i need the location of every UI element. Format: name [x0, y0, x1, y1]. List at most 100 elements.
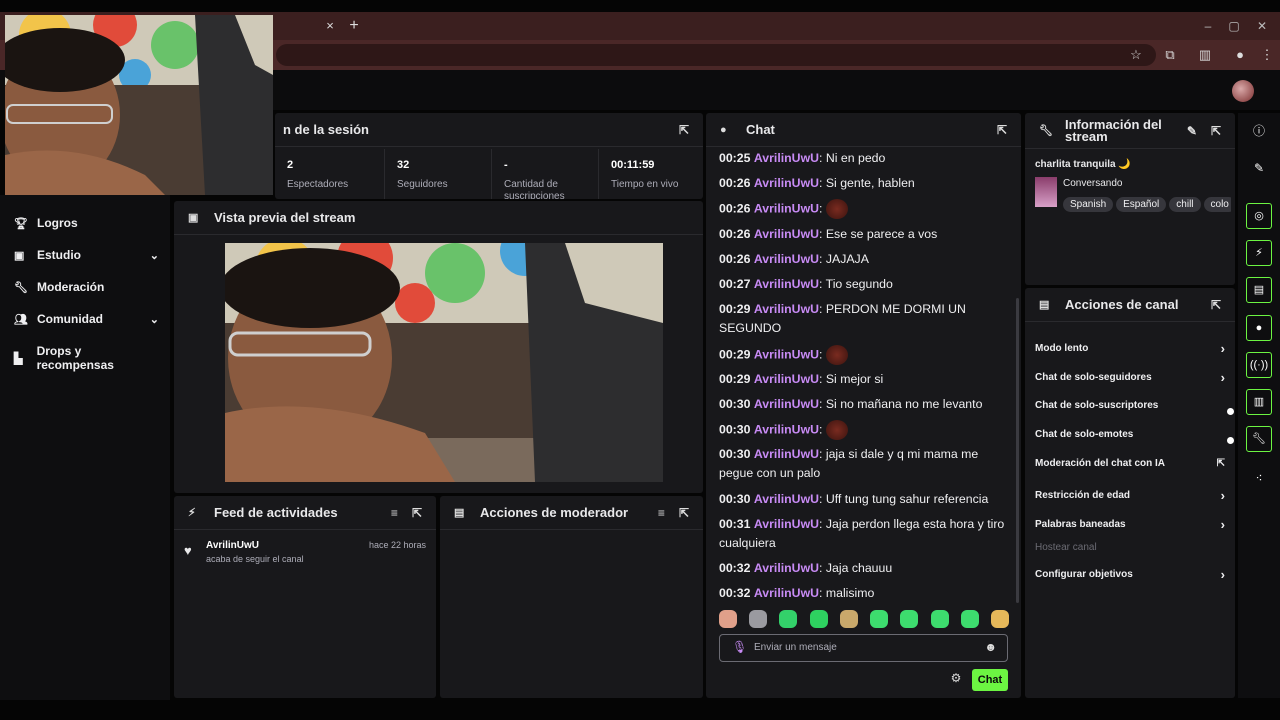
tab-close-button[interactable]: ×: [320, 16, 340, 36]
chat-username[interactable]: AvrilinUwU: [754, 422, 819, 436]
emote-icon[interactable]: [900, 610, 919, 628]
filter-icon[interactable]: ≡: [391, 506, 398, 520]
chat-username[interactable]: AvrilinUwU: [754, 517, 819, 531]
chat-username[interactable]: AvrilinUwU: [754, 586, 819, 600]
chat-text: Tio segundo: [825, 277, 893, 291]
stat-viewers: 2 Espectadores: [287, 159, 349, 190]
chat-settings-icon[interactable]: ⚙: [948, 671, 964, 689]
filter-icon[interactable]: ≡: [658, 506, 665, 520]
chat-username[interactable]: AvrilinUwU: [754, 277, 819, 291]
channel-action-row[interactable]: Chat de solo-seguidores ›: [1035, 370, 1225, 385]
popout-icon[interactable]: ⇱: [1211, 124, 1221, 138]
close-window-button[interactable]: ✕: [1250, 16, 1274, 36]
community-icon: 👥︎: [14, 313, 28, 326]
tag[interactable]: colo: [1203, 197, 1231, 212]
channel-action-row[interactable]: Configurar objetivos ›: [1035, 567, 1225, 582]
send-chat-button[interactable]: Chat: [972, 669, 1008, 691]
emote-icon[interactable]: [779, 610, 798, 628]
emote-icon[interactable]: [809, 610, 828, 628]
chat-text: Uff tung tung sahur referencia: [825, 492, 989, 506]
chat-username[interactable]: AvrilinUwU: [754, 561, 819, 575]
sidebar-item-comunidad[interactable]: 👥︎ Comunidad ⌄: [14, 312, 159, 326]
browser-menu-icon[interactable]: ⋮: [1256, 45, 1278, 65]
category-name[interactable]: Conversando: [1063, 178, 1122, 189]
emote-picker-icon[interactable]: ☻: [984, 640, 997, 654]
chat-message: 00:30 AvrilinUwU: Si no mañana no me lev…: [719, 397, 983, 411]
maximize-button[interactable]: ▢: [1222, 16, 1246, 36]
chevron-down-icon: ⌄: [149, 313, 159, 326]
chat-username[interactable]: AvrilinUwU: [754, 151, 819, 165]
chat-username[interactable]: AvrilinUwU: [754, 252, 819, 266]
channel-action-row[interactable]: Restricción de edad ›: [1035, 488, 1225, 503]
bookmark-star-icon[interactable]: ☆: [1125, 45, 1147, 65]
channel-action-row[interactable]: Modo lento ›: [1035, 341, 1225, 356]
edit-pencil-icon[interactable]: ✎: [1246, 155, 1272, 181]
chat-username[interactable]: AvrilinUwU: [754, 201, 819, 215]
emote-icon[interactable]: [870, 610, 889, 628]
emote-icon[interactable]: [749, 610, 768, 628]
emote-icon[interactable]: [960, 610, 979, 628]
emote-icon[interactable]: [930, 610, 949, 628]
chat-username[interactable]: AvrilinUwU: [754, 492, 819, 506]
chat-username[interactable]: AvrilinUwU: [754, 227, 819, 241]
tag[interactable]: Español: [1116, 197, 1167, 212]
emote-icon[interactable]: [990, 610, 1009, 628]
activity-feed-panel: ⚡︎ Feed de actividades ≡ ⇱ ♥ AvrilinUwU …: [174, 496, 436, 698]
extensions-icon[interactable]: ⧉: [1159, 45, 1181, 65]
edit-pencil-icon[interactable]: ✎: [1187, 124, 1197, 138]
popout-icon[interactable]: ⇱: [679, 123, 689, 137]
wrench-icon[interactable]: 🔧︎: [1246, 426, 1272, 452]
channel-action-row[interactable]: Palabras baneadas ›: [1035, 517, 1225, 532]
emote-icon[interactable]: [839, 610, 858, 628]
lightning-icon[interactable]: ⚡︎: [1246, 240, 1272, 266]
video-icon: ▣: [188, 212, 199, 224]
chat-message: 00:25 AvrilinUwU: Ni en pedo: [719, 151, 886, 165]
chat-username[interactable]: AvrilinUwU: [754, 397, 819, 411]
sidebar-item-estudio[interactable]: ▣ Estudio ⌄: [14, 248, 159, 262]
chat-timestamp: 00:29: [719, 347, 751, 362]
panel-title: Feed de actividades: [214, 505, 338, 520]
broadcast-icon[interactable]: ((·)): [1246, 352, 1272, 378]
chevron-right-icon: ›: [1220, 370, 1225, 385]
popout-icon[interactable]: ⇱: [679, 506, 689, 520]
server-icon[interactable]: ▥: [1246, 389, 1272, 415]
info-icon[interactable]: ⓘ: [1246, 118, 1272, 144]
sidebar-item-moderacion[interactable]: 🔧︎ Moderación: [14, 280, 159, 294]
chat-username[interactable]: AvrilinUwU: [754, 302, 819, 316]
side-panel-icon[interactable]: ▥: [1194, 45, 1216, 65]
tag[interactable]: Spanish: [1063, 197, 1114, 212]
chat-message: 00:26 AvrilinUwU: Si gente, hablen: [719, 176, 915, 190]
profile-avatar-icon[interactable]: ●: [1229, 45, 1251, 65]
chat-scrollbar[interactable]: [1016, 298, 1019, 603]
chat-username[interactable]: AvrilinUwU: [754, 372, 819, 386]
tag[interactable]: chill: [1169, 197, 1201, 212]
emote-icon[interactable]: [719, 610, 737, 628]
chat-message: 00:29 AvrilinUwU: Si mejor si: [719, 372, 884, 386]
chat-username[interactable]: AvrilinUwU: [754, 347, 819, 361]
channel-action-row[interactable]: Moderación del chat con IA ⇱: [1035, 458, 1225, 469]
panel-title: Acciones de canal: [1065, 297, 1179, 312]
sidebar-item-logros[interactable]: 🏆︎ Logros: [14, 216, 159, 230]
chat-username[interactable]: AvrilinUwU: [754, 447, 819, 461]
chat-username[interactable]: AvrilinUwU: [754, 176, 819, 190]
category-thumbnail[interactable]: [1035, 177, 1057, 207]
sidebar-item-drops[interactable]: ▙ Drops y recompensas: [14, 344, 159, 372]
camera-focus-icon[interactable]: ◎: [1246, 203, 1272, 229]
document-icon[interactable]: ▤: [1246, 277, 1272, 303]
chat-text: Si no mañana no me levanto: [825, 397, 983, 411]
stream-preview-video[interactable]: [225, 243, 663, 482]
chat-bubble-icon[interactable]: ●: [1246, 315, 1272, 341]
more-icon[interactable]: ⁖: [1246, 465, 1272, 491]
user-avatar[interactable]: [1232, 80, 1254, 102]
popout-icon[interactable]: ⇱: [1211, 298, 1221, 312]
new-tab-button[interactable]: +: [344, 16, 364, 36]
channel-action-row[interactable]: Chat de solo-emotes: [1035, 429, 1225, 440]
chat-input[interactable]: 🎙︎ Enviar un mensaje ☻: [719, 634, 1008, 662]
popout-icon[interactable]: ⇱: [412, 506, 422, 520]
wrench-icon: 🔧︎: [14, 281, 28, 294]
minimize-button[interactable]: –: [1196, 16, 1220, 36]
popout-icon[interactable]: ⇱: [997, 123, 1007, 137]
microphone-icon[interactable]: 🎙︎: [732, 640, 747, 654]
address-bar[interactable]: [276, 44, 1156, 66]
channel-action-row[interactable]: Chat de solo-suscriptores: [1035, 400, 1225, 411]
